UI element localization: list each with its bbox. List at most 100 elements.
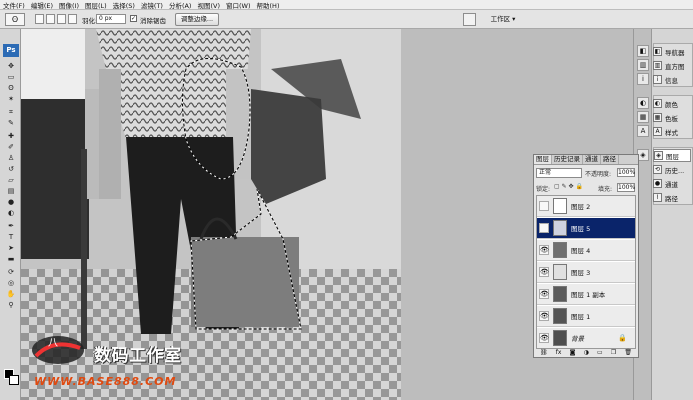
pen-tool-icon[interactable]: ✒ bbox=[6, 222, 16, 230]
menu-layer[interactable]: 图层(L) bbox=[85, 0, 107, 10]
info-panel-button[interactable]: i 信息 bbox=[653, 73, 691, 86]
opacity-label: 不透明度: bbox=[585, 171, 612, 178]
workspace-menu[interactable]: 工作区 ▾ bbox=[485, 14, 521, 25]
history-glyph-icon: ⟲ bbox=[653, 165, 662, 174]
history-panel-button[interactable]: ⟲ 历史... bbox=[653, 163, 691, 176]
link-layers-icon[interactable]: ⛓ bbox=[540, 349, 548, 357]
layers-list: 图层 2 图层 5 👁 图层 4 👁 图层 3 👁 图层 1 副本 👁 图层 1 bbox=[536, 195, 636, 349]
layer-thumbnail bbox=[553, 264, 567, 280]
adjustment-layer-icon[interactable]: ◑ bbox=[584, 349, 589, 357]
watermark-url: WWW.BASE888.COM bbox=[34, 375, 177, 388]
visibility-toggle-icon[interactable] bbox=[539, 223, 549, 233]
menu-select[interactable]: 选择(S) bbox=[113, 0, 135, 10]
tab-channels[interactable]: 通道 bbox=[583, 155, 601, 164]
clone-stamp-tool-icon[interactable]: ♙ bbox=[6, 154, 16, 162]
lock-icons[interactable]: ▢ ✎ ✥ 🔒 bbox=[554, 183, 583, 190]
new-selection-icon[interactable] bbox=[35, 14, 44, 24]
menu-help[interactable]: 帮助(H) bbox=[257, 0, 280, 10]
brush-tool-icon[interactable]: ✐ bbox=[6, 143, 16, 151]
eyedropper-tool-icon[interactable]: ✎ bbox=[6, 119, 16, 127]
shape-tool-icon[interactable]: ▬ bbox=[6, 255, 16, 263]
blend-mode-select[interactable]: 正常 bbox=[536, 168, 582, 178]
eraser-tool-icon[interactable]: ▱ bbox=[6, 176, 16, 184]
background-color-swatch[interactable] bbox=[9, 375, 19, 385]
gradient-tool-icon[interactable]: ▤ bbox=[6, 187, 16, 195]
navigator-glyph-icon: ◧ bbox=[653, 47, 662, 56]
eye-icon[interactable]: 👁 bbox=[539, 289, 549, 299]
menu-image[interactable]: 图像(I) bbox=[59, 0, 79, 10]
move-tool-icon[interactable]: ✥ bbox=[6, 62, 16, 70]
menu-analysis[interactable]: 分析(A) bbox=[169, 0, 192, 10]
marquee-tool-icon[interactable]: ▭ bbox=[6, 73, 16, 81]
blur-tool-icon[interactable]: ● bbox=[6, 198, 16, 206]
layer-row[interactable]: 👁 图层 3 bbox=[537, 262, 635, 283]
intersect-selection-icon[interactable] bbox=[68, 14, 77, 24]
delete-layer-icon[interactable]: 🗑 bbox=[624, 349, 632, 357]
paths-panel-button[interactable]: ⌇ 路径 bbox=[653, 191, 691, 204]
menu-edit[interactable]: 编辑(E) bbox=[31, 0, 53, 10]
histogram-icon[interactable]: ▥ bbox=[637, 59, 649, 71]
zoom-tool-icon[interactable]: ⚲ bbox=[6, 301, 16, 309]
layer-name: 图层 5 bbox=[571, 225, 591, 233]
svg-text:八: 八 bbox=[48, 338, 58, 349]
menu-view[interactable]: 视图(V) bbox=[197, 0, 220, 10]
tab-layers[interactable]: 图层 bbox=[534, 155, 552, 164]
healing-brush-tool-icon[interactable]: ✚ bbox=[6, 132, 16, 140]
swatches-panel-button[interactable]: ▦ 色板 bbox=[653, 111, 691, 124]
layer-style-icon[interactable]: fx bbox=[556, 349, 562, 357]
subtract-selection-icon[interactable] bbox=[57, 14, 66, 24]
channels-panel-button[interactable]: ● 通道 bbox=[653, 177, 691, 190]
histogram-glyph-icon: ▥ bbox=[653, 61, 662, 70]
dock-panels-icon[interactable] bbox=[463, 13, 476, 26]
path-selection-tool-icon[interactable]: ➤ bbox=[6, 244, 16, 252]
layer-row[interactable]: 👁 背景 🔒 bbox=[537, 328, 635, 348]
magic-wand-tool-icon[interactable]: ✶ bbox=[6, 95, 16, 103]
layer-row[interactable]: 👁 图层 4 bbox=[537, 240, 635, 261]
3d-orbit-tool-icon[interactable]: ◎ bbox=[6, 279, 16, 287]
3d-rotate-tool-icon[interactable]: ⟳ bbox=[6, 268, 16, 276]
tab-history[interactable]: 历史记录 bbox=[552, 155, 583, 164]
lasso-tool-icon[interactable]: ʘ bbox=[6, 84, 16, 92]
eye-icon[interactable]: 👁 bbox=[539, 311, 549, 321]
layer-row[interactable]: 👁 图层 1 副本 bbox=[537, 284, 635, 305]
new-layer-icon[interactable]: ❐ bbox=[611, 349, 616, 357]
visibility-toggle-icon[interactable] bbox=[539, 201, 549, 211]
hand-tool-icon[interactable]: ✋ bbox=[6, 290, 16, 298]
styles-icon[interactable]: A bbox=[637, 125, 649, 137]
styles-panel-button[interactable]: A 样式 bbox=[653, 125, 691, 138]
fill-input[interactable]: 100% bbox=[617, 183, 635, 192]
fill-label: 填充: bbox=[598, 186, 613, 193]
eye-icon[interactable]: 👁 bbox=[539, 245, 549, 255]
layer-row[interactable]: 图层 5 bbox=[537, 218, 635, 239]
menu-file[interactable]: 文件(F) bbox=[3, 0, 25, 10]
layers-glyph-icon: ◈ bbox=[654, 151, 663, 160]
navigator-icon[interactable]: ◧ bbox=[637, 45, 649, 57]
antialias-checkbox[interactable]: ✓ bbox=[130, 15, 137, 22]
info-icon[interactable]: i bbox=[637, 73, 649, 85]
add-mask-icon[interactable]: ◙ bbox=[570, 349, 576, 357]
lasso-tool-preset-icon[interactable]: ʘ bbox=[5, 13, 25, 26]
layer-name: 图层 4 bbox=[571, 247, 591, 255]
add-selection-icon[interactable] bbox=[46, 14, 55, 24]
eye-icon[interactable]: 👁 bbox=[539, 267, 549, 277]
crop-tool-icon[interactable]: ⌗ bbox=[6, 108, 16, 116]
dodge-tool-icon[interactable]: ◐ bbox=[6, 209, 16, 217]
histogram-panel-button[interactable]: ▥ 直方图 bbox=[653, 59, 691, 72]
opacity-input[interactable]: 100% bbox=[617, 168, 635, 177]
color-panel-button[interactable]: ◐ 颜色 bbox=[653, 97, 691, 110]
tab-paths[interactable]: 路径 bbox=[601, 155, 619, 164]
eye-icon[interactable]: 👁 bbox=[539, 333, 549, 343]
menu-window[interactable]: 窗口(W) bbox=[226, 0, 251, 10]
layer-row[interactable]: 👁 图层 1 bbox=[537, 306, 635, 327]
layers-panel-button[interactable]: ◈ 图层 bbox=[653, 149, 691, 162]
color-icon[interactable]: ◐ bbox=[637, 97, 649, 109]
type-tool-icon[interactable]: T bbox=[6, 233, 16, 241]
refine-edge-button[interactable]: 调整边缘... bbox=[175, 13, 219, 26]
swatches-icon[interactable]: ▦ bbox=[637, 111, 649, 123]
new-group-icon[interactable]: ▭ bbox=[597, 349, 603, 357]
history-brush-tool-icon[interactable]: ↺ bbox=[6, 165, 16, 173]
feather-input[interactable]: 0 px bbox=[96, 14, 126, 24]
layer-row[interactable]: 图层 2 bbox=[537, 196, 635, 217]
navigator-panel-button[interactable]: ◧ 导航器 bbox=[653, 45, 691, 58]
menu-filter[interactable]: 滤镜(T) bbox=[141, 0, 163, 10]
